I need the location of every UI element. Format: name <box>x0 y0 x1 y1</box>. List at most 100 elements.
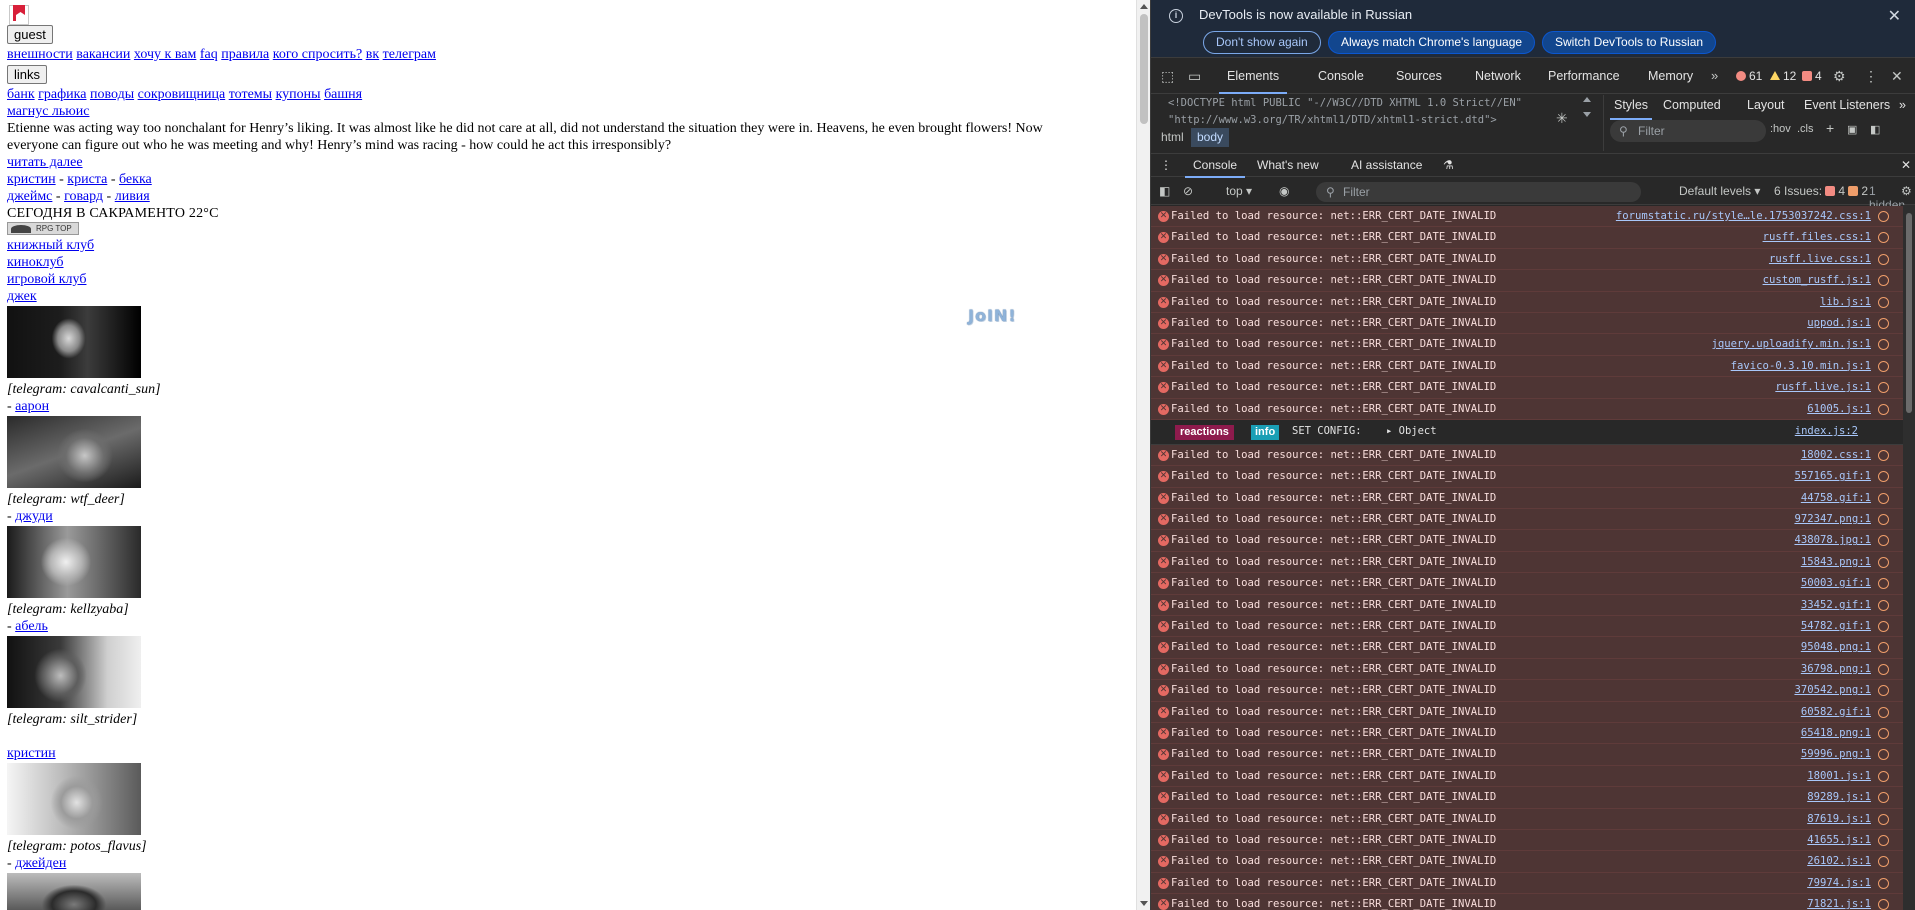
doctype-node[interactable]: <!DOCTYPE html PUBLIC "-//W3C//DTD XHTML… <box>1168 95 1522 129</box>
console-error-row[interactable]: ✕ Failed to load resource: net::ERR_CERT_… <box>1151 377 1903 399</box>
flag-logo-icon[interactable] <box>7 5 31 25</box>
source-link[interactable]: 71821.js:1 <box>1807 894 1871 910</box>
pair-link[interactable]: кристин <box>7 172 56 187</box>
more-tabs-icon[interactable]: » <box>1711 68 1718 83</box>
nav-link-bank[interactable]: банк <box>7 87 35 102</box>
scroll-thumb[interactable] <box>1140 14 1148 124</box>
character-link[interactable]: джуди <box>15 509 53 524</box>
source-link[interactable]: forumstatic.ru/style…le.1753037242.css:1 <box>1616 206 1871 226</box>
source-link[interactable]: lib.js:1 <box>1820 292 1871 312</box>
sidebar-toggle-icon[interactable]: ◧ <box>1159 184 1170 198</box>
nav-link-faq[interactable]: faq <box>200 47 218 62</box>
kebab-menu-icon[interactable]: ⋮ <box>1864 68 1878 85</box>
club-link-books[interactable]: книжный клуб <box>7 237 1136 254</box>
device-toolbar-icon[interactable]: ▭ <box>1188 68 1201 85</box>
console-error-row[interactable]: ✕ Failed to load resource: net::ERR_CERT_… <box>1151 722 1903 745</box>
ai-insight-icon[interactable] <box>1878 663 1889 675</box>
source-link[interactable]: 44758.gif:1 <box>1801 488 1871 508</box>
error-count-badge[interactable]: 61 <box>1736 69 1762 83</box>
links-button[interactable]: links <box>7 65 48 84</box>
console-error-row[interactable]: ✕ Failed to load resource: net::ERR_CERT_… <box>1151 787 1903 809</box>
pair-link[interactable]: криста <box>67 172 107 187</box>
nav-link-pravila[interactable]: правила <box>221 47 269 62</box>
source-link[interactable]: 18001.js:1 <box>1807 766 1871 786</box>
ai-insight-icon[interactable] <box>1878 492 1889 504</box>
clear-console-icon[interactable]: ⊘ <box>1183 184 1193 198</box>
context-selector[interactable]: top ▾ <box>1226 184 1252 198</box>
source-link[interactable]: 972347.png:1 <box>1794 509 1871 529</box>
ai-insight-icon[interactable] <box>1878 253 1889 265</box>
nav-link-sokrovishnitsa[interactable]: сокровищница <box>138 87 226 102</box>
crumb-html[interactable]: html <box>1155 128 1190 147</box>
ai-insight-icon[interactable] <box>1878 706 1889 718</box>
ai-insight-icon[interactable] <box>1878 685 1889 697</box>
console-error-row[interactable]: ✕ Failed to load resource: net::ERR_CERT_… <box>1151 551 1903 574</box>
console-error-row[interactable]: ✕ Failed to load resource: net::ERR_CERT_… <box>1151 355 1903 378</box>
tab-performance[interactable]: Performance <box>1548 69 1620 83</box>
console-error-row[interactable]: ✕ Failed to load resource: net::ERR_CERT_… <box>1151 680 1903 702</box>
console-error-row[interactable]: ✕ Failed to load resource: net::ERR_CERT_… <box>1151 466 1903 488</box>
tab-styles[interactable]: Styles <box>1609 98 1653 120</box>
ai-insight-icon[interactable] <box>1878 317 1889 329</box>
pair-link[interactable]: бекка <box>119 172 152 187</box>
console-error-row[interactable]: ✕ Failed to load resource: net::ERR_CERT_… <box>1151 616 1903 638</box>
ai-insight-icon[interactable] <box>1878 792 1889 804</box>
console-error-row[interactable]: ✕ Failed to load resource: net::ERR_CERT_… <box>1151 851 1903 873</box>
console-error-row[interactable]: ✕ Failed to load resource: net::ERR_CERT_… <box>1151 658 1903 681</box>
paint-icon[interactable]: ▣ <box>1847 123 1857 136</box>
nav-link-vakansii[interactable]: вакансии <box>76 47 130 62</box>
always-match-language-button[interactable]: Always match Chrome's language <box>1328 31 1536 54</box>
tab-computed[interactable]: Computed <box>1663 98 1721 112</box>
console-error-row[interactable]: ✕ Failed to load resource: net::ERR_CERT_… <box>1151 509 1903 531</box>
ai-insight-icon[interactable] <box>1878 514 1889 526</box>
console-error-row[interactable]: ✕ Failed to load resource: net::ERR_CERT_… <box>1151 227 1903 249</box>
console-settings-gear-icon[interactable]: ⚙ <box>1901 184 1912 198</box>
ai-insight-icon[interactable] <box>1878 877 1889 889</box>
dont-show-again-button[interactable]: Don't show again <box>1203 31 1321 54</box>
source-link[interactable]: 87619.js:1 <box>1807 809 1871 829</box>
source-link[interactable]: rusff.files.css:1 <box>1763 227 1871 247</box>
nav-link-kogo-sprosit[interactable]: кого спросить? <box>273 47 362 62</box>
console-error-row[interactable]: ✕ Failed to load resource: net::ERR_CERT_… <box>1151 637 1903 659</box>
switch-to-russian-button[interactable]: Switch DevTools to Russian <box>1542 31 1717 54</box>
tab-console[interactable]: Console <box>1318 69 1364 83</box>
character-link[interactable]: кристин <box>7 745 1136 762</box>
ai-insight-icon[interactable] <box>1878 599 1889 611</box>
source-link[interactable]: rusff.live.js:1 <box>1775 377 1871 397</box>
drawer-tab-whats-new[interactable]: What's new <box>1257 158 1319 172</box>
ai-insight-icon[interactable] <box>1878 360 1889 372</box>
console-error-row[interactable]: ✕ Failed to load resource: net::ERR_CERT_… <box>1151 487 1903 510</box>
ai-insight-icon[interactable] <box>1878 339 1889 351</box>
ai-insight-icon[interactable] <box>1878 834 1889 846</box>
club-link-games[interactable]: игровой клуб <box>7 271 1136 288</box>
guest-button[interactable]: guest <box>7 25 53 44</box>
source-link[interactable]: 95048.png:1 <box>1801 637 1871 657</box>
console-error-row[interactable]: ✕ Failed to load resource: net::ERR_CERT_… <box>1151 808 1903 830</box>
tab-elements[interactable]: Elements <box>1212 58 1294 94</box>
ai-insight-icon[interactable] <box>1878 232 1889 244</box>
console-error-row[interactable]: ✕ Failed to load resource: net::ERR_CERT_… <box>1151 701 1903 723</box>
console-error-row[interactable]: ✕ Failed to load resource: net::ERR_CERT_… <box>1151 291 1903 313</box>
source-link[interactable]: 59996.png:1 <box>1801 744 1871 764</box>
crumb-body[interactable]: body <box>1191 128 1230 147</box>
source-link[interactable]: 54782.gif:1 <box>1801 616 1871 636</box>
source-link[interactable]: rusff.live.css:1 <box>1769 249 1871 269</box>
rpg-top-banner[interactable]: RPG TOP <box>7 222 79 235</box>
nav-link-hochu[interactable]: хочу к вам <box>134 47 196 62</box>
nav-link-vneshnosti[interactable]: внешности <box>7 47 73 62</box>
ai-insight-icon[interactable] <box>1878 449 1889 461</box>
console-error-row[interactable]: ✕ Failed to load resource: net::ERR_CERT_… <box>1151 829 1903 852</box>
source-link[interactable]: favico-0.3.10.min.js:1 <box>1731 356 1871 376</box>
source-link[interactable]: 438078.jpg:1 <box>1794 530 1871 550</box>
source-link[interactable]: 557165.gif:1 <box>1794 466 1871 486</box>
character-link[interactable]: аарон <box>15 399 49 414</box>
source-link[interactable]: 36798.png:1 <box>1801 659 1871 679</box>
ai-insight-icon[interactable] <box>1878 382 1889 394</box>
console-error-row[interactable]: ✕ Failed to load resource: net::ERR_CERT_… <box>1151 894 1903 910</box>
source-link[interactable]: 15843.png:1 <box>1801 552 1871 572</box>
jack-link[interactable]: джек <box>7 288 1136 305</box>
ai-insight-icon[interactable] <box>1878 856 1889 868</box>
close-drawer-icon[interactable]: ✕ <box>1901 158 1911 172</box>
ai-insight-icon[interactable] <box>1878 211 1889 222</box>
source-link[interactable]: 370542.png:1 <box>1794 680 1871 700</box>
